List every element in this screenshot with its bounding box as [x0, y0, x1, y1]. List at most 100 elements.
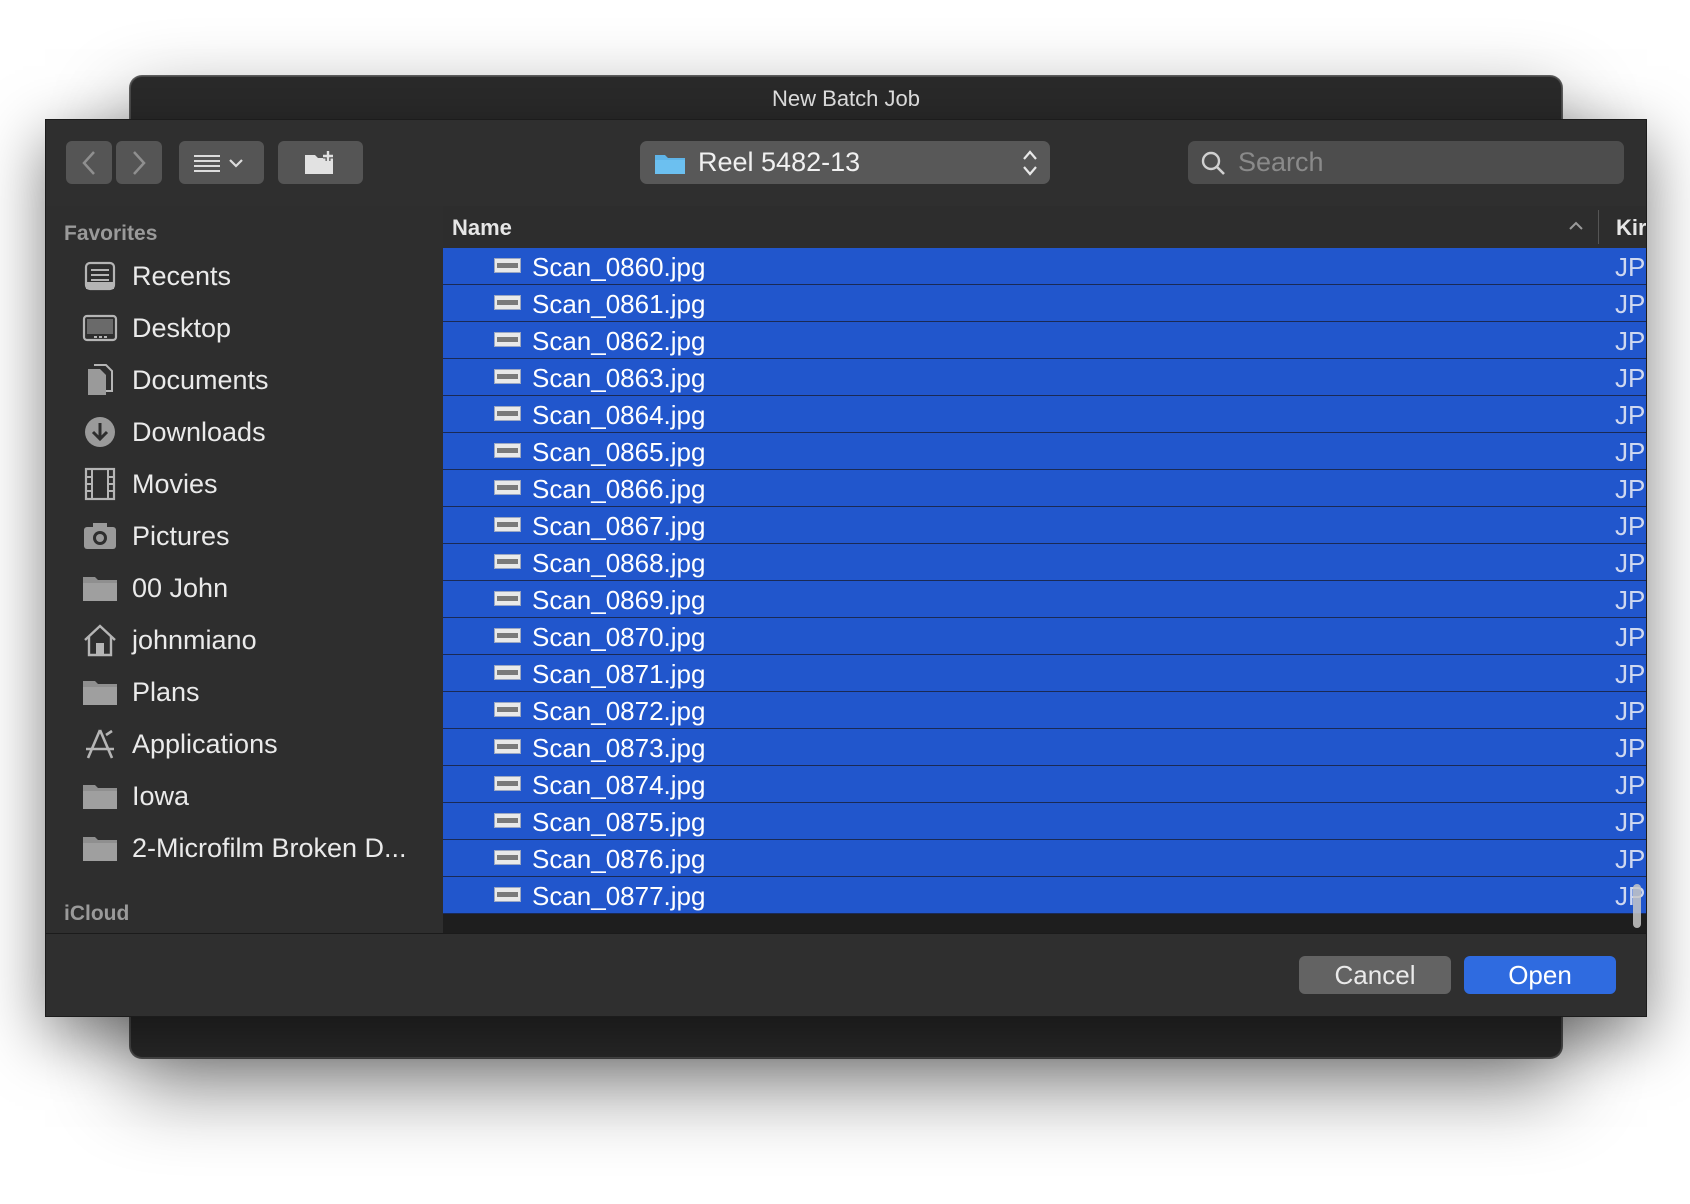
sidebar-item-label: Recents: [132, 260, 232, 291]
sidebar-item-iowa[interactable]: Iowa: [46, 770, 443, 822]
sidebar-item-00-john[interactable]: 00 John: [46, 562, 443, 614]
file-row[interactable]: Scan_0868.jpg JP: [443, 544, 1646, 581]
sidebar-header-icloud: iCloud: [64, 902, 130, 925]
file-name: Scan_0861.jpg: [532, 289, 706, 319]
file-kind: JP: [1615, 252, 1646, 282]
column-header: Name Kir: [443, 206, 1646, 249]
image-thumbnail-icon: [494, 258, 521, 273]
sidebar-item-label: Applications: [132, 728, 278, 759]
sidebar-item-label: Downloads: [132, 416, 266, 447]
sidebar-item-documents[interactable]: Documents: [46, 354, 443, 406]
file-rows: Scan_0860.jpg JP Scan_0861.jpg JP Scan_0862.…: [443, 248, 1646, 914]
sidebar-item-label: Pictures: [132, 520, 230, 551]
file-name: Scan_0864.jpg: [532, 400, 706, 430]
sidebar-item-label: Plans: [132, 676, 200, 707]
desktop-icon: [80, 308, 120, 348]
file-name: Scan_0876.jpg: [532, 844, 706, 874]
column-divider[interactable]: [1598, 210, 1599, 244]
file-kind: JP: [1615, 511, 1646, 541]
sidebar-item-microfilm[interactable]: 2-Microfilm Broken D...: [46, 822, 443, 874]
file-name: Scan_0869.jpg: [532, 585, 706, 615]
file-kind: JP: [1615, 437, 1646, 467]
name-column-header[interactable]: Name: [452, 215, 512, 241]
file-row[interactable]: Scan_0876.jpg JP: [443, 840, 1646, 877]
folder-icon: [80, 776, 120, 816]
sidebar-item-applications[interactable]: Applications: [46, 718, 443, 770]
image-thumbnail-icon: [494, 665, 521, 680]
file-row[interactable]: Scan_0862.jpg JP: [443, 322, 1646, 359]
sidebar-item-pictures[interactable]: Pictures: [46, 510, 443, 562]
file-name: Scan_0870.jpg: [532, 622, 706, 652]
sidebar-item-johnmiano[interactable]: johnmiano: [46, 614, 443, 666]
sidebar-item-label: Documents: [132, 364, 269, 395]
window-title: New Batch Job: [772, 86, 920, 111]
file-row[interactable]: Scan_0872.jpg JP: [443, 692, 1646, 729]
sidebar-item-label: 00 John: [132, 572, 229, 603]
file-kind: JP: [1615, 289, 1646, 319]
back-button[interactable]: [66, 141, 112, 184]
search-icon: [1201, 151, 1225, 175]
file-name: Scan_0860.jpg: [532, 252, 706, 282]
file-row[interactable]: Scan_0863.jpg JP: [443, 359, 1646, 396]
file-name: Scan_0863.jpg: [532, 363, 706, 393]
new-folder-button[interactable]: [278, 141, 363, 184]
sidebar-item-movies[interactable]: Movies: [46, 458, 443, 510]
vertical-scrollbar[interactable]: [1633, 884, 1641, 928]
file-kind: JP: [1615, 807, 1646, 837]
file-row[interactable]: Scan_0866.jpg JP: [443, 470, 1646, 507]
file-kind: JP: [1615, 400, 1646, 430]
folder-icon: [655, 154, 685, 174]
sidebar-item-label: Iowa: [132, 780, 190, 811]
forward-button[interactable]: [116, 141, 162, 184]
search-input[interactable]: [1236, 146, 1600, 179]
image-thumbnail-icon: [494, 369, 521, 384]
file-name: Scan_0875.jpg: [532, 807, 706, 837]
image-thumbnail-icon: [494, 776, 521, 791]
sidebar-item-label: Movies: [132, 468, 218, 499]
file-row[interactable]: Scan_0873.jpg JP: [443, 729, 1646, 766]
file-kind: JP: [1615, 548, 1646, 578]
file-row[interactable]: Scan_0877.jpg JP: [443, 877, 1646, 914]
applications-icon: [80, 724, 120, 764]
sidebar: Favorites Recents Desktop Documents Down…: [46, 206, 445, 933]
sidebar-item-label: 2-Microfilm Broken D...: [132, 832, 407, 863]
file-row[interactable]: Scan_0861.jpg JP: [443, 285, 1646, 322]
file-kind: JP: [1615, 622, 1646, 652]
chevron-right-icon: [133, 150, 146, 175]
pictures-icon: [80, 516, 120, 556]
location-popup[interactable]: Reel 5482-13: [640, 141, 1050, 184]
file-row[interactable]: Scan_0871.jpg JP: [443, 655, 1646, 692]
search-field[interactable]: [1188, 141, 1624, 184]
file-kind: JP: [1615, 696, 1646, 726]
image-thumbnail-icon: [494, 295, 521, 310]
file-row[interactable]: Scan_0869.jpg JP: [443, 581, 1646, 618]
recents-icon: [80, 256, 120, 296]
open-dialog: Reel 5482-13 Favorites Recents: [45, 119, 1647, 1017]
folder-icon: [80, 672, 120, 712]
sidebar-item-downloads[interactable]: Downloads: [46, 406, 443, 458]
sidebar-item-recents[interactable]: Recents: [46, 250, 443, 302]
image-thumbnail-icon: [494, 702, 521, 717]
image-thumbnail-icon: [494, 887, 521, 902]
file-name: Scan_0877.jpg: [532, 881, 706, 911]
file-kind: JP: [1615, 363, 1646, 393]
sidebar-item-desktop[interactable]: Desktop: [46, 302, 443, 354]
file-row[interactable]: Scan_0874.jpg JP: [443, 766, 1646, 803]
file-row[interactable]: Scan_0864.jpg JP: [443, 396, 1646, 433]
file-row[interactable]: Scan_0860.jpg JP: [443, 248, 1646, 285]
toolbar: Reel 5482-13: [46, 120, 1646, 206]
file-row[interactable]: Scan_0867.jpg JP: [443, 507, 1646, 544]
open-button[interactable]: Open: [1464, 956, 1616, 994]
file-row[interactable]: Scan_0865.jpg JP: [443, 433, 1646, 470]
view-options-button[interactable]: [179, 141, 264, 184]
file-row[interactable]: Scan_0875.jpg JP: [443, 803, 1646, 840]
cancel-button[interactable]: Cancel: [1299, 956, 1451, 994]
folder-icon: [80, 568, 120, 608]
file-kind: JP: [1615, 326, 1646, 356]
downloads-icon: [80, 412, 120, 452]
file-row[interactable]: Scan_0870.jpg JP: [443, 618, 1646, 655]
file-kind: JP: [1615, 733, 1646, 763]
kind-column-header[interactable]: Kir: [1616, 215, 1646, 241]
sort-ascending-icon: [1569, 221, 1583, 230]
sidebar-item-plans[interactable]: Plans: [46, 666, 443, 718]
